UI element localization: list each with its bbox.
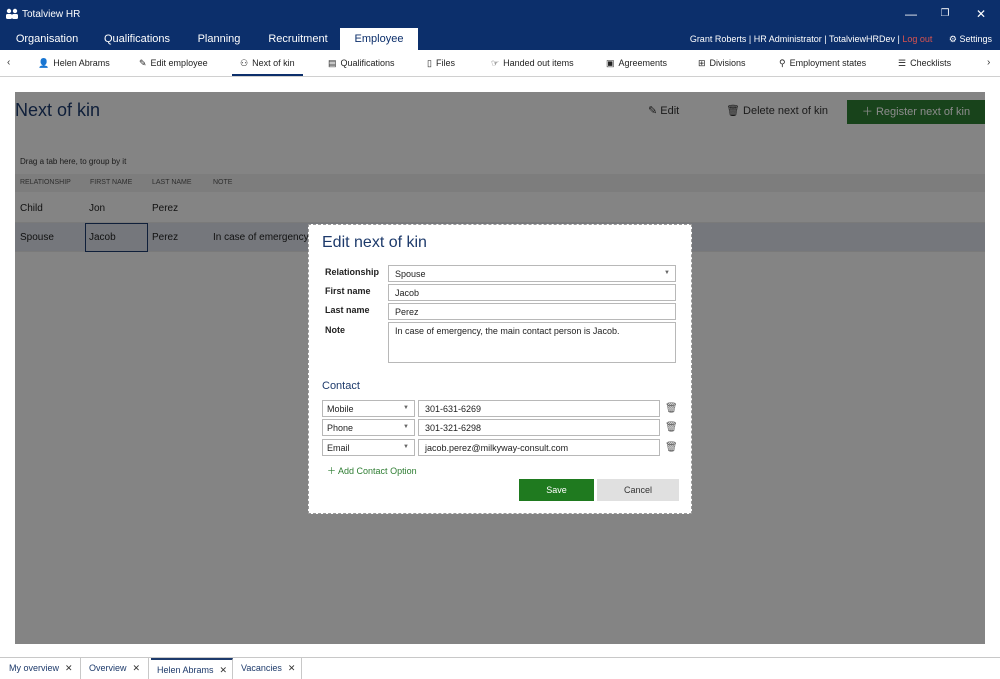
plus-icon: ＋ — [327, 466, 337, 476]
title-bar: Totalview HR — ❐ ✕ — [0, 0, 1000, 28]
user-name: Grant Roberts — [689, 34, 747, 44]
subnav-item-employment-states[interactable]: ⚲ Employment states — [779, 50, 866, 76]
hierarchy-icon: ⊞ — [698, 58, 706, 68]
bottom-tab-vacancies[interactable]: Vacancies ✕ — [235, 658, 302, 679]
bottom-tab-label: My overview — [9, 663, 60, 673]
logout-link[interactable]: Log out — [902, 34, 932, 44]
state-icon: ⚲ — [779, 58, 786, 68]
subnav-item-edit-employee[interactable]: ✎ Edit employee — [139, 50, 208, 76]
contact-section-title: Contact — [322, 380, 360, 392]
contact-type-value: Mobile — [327, 404, 354, 414]
subnav-prev-arrow[interactable]: ‹ — [7, 50, 10, 76]
last-name-label: Last name — [325, 305, 370, 315]
subnav-item-checklists[interactable]: ☰ Checklists — [898, 50, 951, 76]
bottom-tab-helen-abrams[interactable]: Helen Abrams ✕ — [151, 658, 233, 679]
gear-icon: ⚙ — [948, 34, 957, 44]
note-field[interactable]: In case of emergency, the main contact p… — [388, 322, 676, 363]
app-logo-icon — [6, 8, 18, 19]
cancel-button[interactable]: Cancel — [597, 479, 679, 501]
add-contact-option-button[interactable]: ＋ Add Contact Option — [327, 464, 417, 477]
settings-button[interactable]: ⚙ Settings — [949, 34, 992, 44]
people-icon: ⚇ — [240, 58, 249, 68]
dialog-title: Edit next of kin — [322, 234, 427, 251]
certificate-icon: ▤ — [328, 58, 337, 68]
close-icon[interactable]: ✕ — [220, 665, 228, 675]
last-name-field[interactable]: Perez — [388, 303, 676, 320]
pencil-icon: ✎ — [139, 58, 147, 68]
subnav-item-label: Helen Abrams — [53, 58, 110, 68]
save-button[interactable]: Save — [519, 479, 594, 501]
subnav-item-label: Next of kin — [252, 58, 295, 68]
close-icon[interactable]: ✕ — [65, 663, 73, 673]
edit-next-of-kin-dialog: Edit next of kin Relationship Spouse ▼ F… — [308, 224, 692, 514]
subnav-item-label: Handed out items — [503, 58, 574, 68]
chevron-down-icon: ▼ — [664, 270, 670, 276]
main-tab-recruitment[interactable]: Recruitment — [262, 28, 334, 50]
contact-type-value: Phone — [327, 423, 354, 433]
note-label: Note — [325, 325, 345, 335]
subnav-item-label: Qualifications — [340, 58, 395, 68]
settings-label: Settings — [959, 34, 992, 44]
document-icon: ▣ — [606, 58, 615, 68]
contact-type-select[interactable]: Mobile ▼ — [322, 400, 415, 417]
contact-value-field[interactable]: jacob.perez@milkyway-consult.com — [418, 439, 660, 456]
subnav-item-handed-out-items[interactable]: ☞ Handed out items — [491, 50, 574, 76]
instance-name: TotalviewHRDev — [828, 34, 895, 44]
main-tab-planning[interactable]: Planning — [186, 28, 252, 50]
contact-type-select[interactable]: Email ▼ — [322, 439, 415, 456]
subnav-item-label: Edit employee — [150, 58, 208, 68]
main-tab-employee[interactable]: Employee — [340, 28, 418, 50]
bottom-tab-label: Overview — [89, 663, 127, 673]
subnav-item-agreements[interactable]: ▣ Agreements — [606, 50, 667, 76]
subnav-item-label: Checklists — [910, 58, 952, 68]
first-name-label: First name — [325, 286, 371, 296]
hand-icon: ☞ — [491, 58, 500, 68]
subnav-item-files[interactable]: ▯ Files — [427, 50, 455, 76]
contact-type-value: Email — [327, 443, 350, 453]
app-title: Totalview HR — [22, 9, 81, 20]
maximize-button[interactable]: ❐ — [934, 6, 956, 22]
user-role: HR Administrator — [753, 34, 822, 44]
contact-value-field[interactable]: 301-631-6269 — [418, 400, 660, 417]
relationship-label: Relationship — [325, 267, 380, 277]
bottom-tab-label: Helen Abrams — [157, 665, 214, 675]
close-window-button[interactable]: ✕ — [970, 6, 992, 22]
chevron-down-icon: ▼ — [403, 444, 409, 450]
chevron-down-icon: ▼ — [403, 405, 409, 411]
close-icon[interactable]: ✕ — [133, 663, 141, 673]
bottom-tab-overview[interactable]: Overview ✕ — [83, 658, 149, 679]
main-navigation: Organisation Qualifications Planning Rec… — [0, 28, 1000, 50]
minimize-button[interactable]: — — [900, 6, 922, 22]
bottom-tab-my-overview[interactable]: My overview ✕ — [3, 658, 81, 679]
subnav-item-label: Divisions — [709, 58, 746, 68]
subnav-next-arrow[interactable]: › — [987, 50, 990, 76]
subnav-item-label: Files — [435, 58, 455, 68]
relationship-value: Spouse — [395, 269, 426, 279]
relationship-select[interactable]: Spouse ▼ — [388, 265, 676, 282]
person-icon: 👤 — [38, 58, 50, 68]
main-tab-qualifications[interactable]: Qualifications — [98, 28, 176, 50]
first-name-field[interactable]: Jacob — [388, 284, 676, 301]
subnav-item-divisions[interactable]: ⊞ Divisions — [698, 50, 746, 76]
trash-icon[interactable]: 🗑 — [665, 422, 678, 433]
bottom-tab-bar: My overview ✕ Overview ✕ Helen Abrams ✕ Vac… — [0, 657, 1000, 679]
contact-type-select[interactable]: Phone ▼ — [322, 419, 415, 436]
trash-icon[interactable]: 🗑 — [665, 403, 678, 414]
subnav-item-next-of-kin[interactable]: ⚇ Next of kin — [232, 50, 303, 76]
subnav-item-helen-abrams[interactable]: 👤 Helen Abrams — [38, 50, 110, 76]
subnav-item-label: Employment states — [789, 58, 867, 68]
checklist-icon: ☰ — [898, 58, 907, 68]
subnav-item-qualifications[interactable]: ▤ Qualifications — [328, 50, 395, 76]
sub-navigation: ‹ 👤 Helen Abrams ✎ Edit employee ⚇ Next of … — [0, 50, 1000, 77]
add-contact-label: Add Contact Option — [338, 466, 417, 476]
contact-value-field[interactable]: 301-321-6298 — [418, 419, 660, 436]
user-bar: Grant Roberts | HR Administrator | Total… — [689, 34, 992, 44]
chevron-down-icon: ▼ — [403, 424, 409, 430]
bottom-tab-label: Vacancies — [241, 663, 282, 673]
main-tab-organisation[interactable]: Organisation — [6, 28, 88, 50]
subnav-item-label: Agreements — [618, 58, 668, 68]
trash-icon[interactable]: 🗑 — [665, 442, 678, 453]
close-icon[interactable]: ✕ — [288, 663, 296, 673]
file-icon: ▯ — [427, 58, 432, 68]
